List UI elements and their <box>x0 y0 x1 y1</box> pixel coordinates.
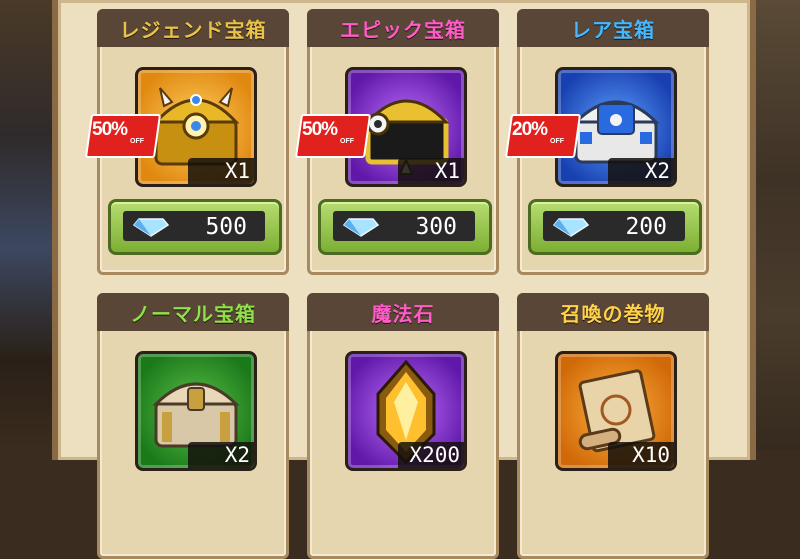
discount-off-label: OFF <box>340 138 354 145</box>
item-title-tab: ノーマル宝箱 <box>97 293 289 331</box>
item-title-tab: レジェンド宝箱 <box>97 9 289 47</box>
price-value: 300 <box>415 214 457 240</box>
item-title: 魔法石 <box>371 301 435 326</box>
item-title-tab: エピック宝箱 <box>307 9 499 47</box>
discount-percent: 50% <box>92 119 128 140</box>
discount-percent: 50% <box>302 119 338 140</box>
discount-badge: 50% OFF <box>294 114 372 160</box>
item-title: ノーマル宝箱 <box>130 301 256 326</box>
item-title: 召喚の巻物 <box>560 301 666 326</box>
diamond-icon <box>343 218 379 237</box>
item-title: レジェンド宝箱 <box>119 17 267 42</box>
item-quantity: X1 <box>188 158 254 184</box>
summon-scroll-icon: X10 <box>555 351 677 471</box>
item-title: エピック宝箱 <box>340 17 466 42</box>
item-quantity: X200 <box>398 442 464 468</box>
normal-chest-icon: X2 <box>135 351 257 471</box>
buy-button[interactable]: 200 <box>528 199 702 255</box>
diamond-icon <box>553 218 589 237</box>
price-value: 500 <box>205 214 247 240</box>
discount-off-label: OFF <box>130 138 144 145</box>
item-title-tab: 魔法石 <box>307 293 499 331</box>
diamond-icon <box>133 218 169 237</box>
item-quantity: X1 <box>398 158 464 184</box>
item-title-tab: レア宝箱 <box>517 9 709 47</box>
item-quantity: X2 <box>608 158 674 184</box>
shop-item-epic-chest[interactable]: エピック宝箱 X1 50% OFF 300 <box>294 9 499 275</box>
shop-item-normal-chest[interactable]: ノーマル宝箱 X2 <box>97 293 289 559</box>
shop-item-legend-chest[interactable]: レジェンド宝箱 X1 50% OFF 500 <box>84 9 289 275</box>
item-title-tab: 召喚の巻物 <box>517 293 709 331</box>
discount-percent: 20% <box>512 119 548 140</box>
discount-badge: 50% OFF <box>84 114 162 160</box>
shop-item-magic-stone[interactable]: 魔法石 X200 <box>307 293 499 559</box>
magic-stone-icon: X200 <box>345 351 467 471</box>
buy-button[interactable]: 300 <box>318 199 492 255</box>
discount-off-label: OFF <box>550 138 564 145</box>
shop-item-rare-chest[interactable]: レア宝箱 X2 20% OFF 200 <box>504 9 709 275</box>
item-title: レア宝箱 <box>571 17 655 42</box>
buy-button[interactable]: 500 <box>108 199 282 255</box>
price-value: 200 <box>625 214 667 240</box>
shop-item-summon-scroll[interactable]: 召喚の巻物 X10 <box>517 293 709 559</box>
item-quantity: X10 <box>608 442 674 468</box>
item-quantity: X2 <box>188 442 254 468</box>
discount-badge: 20% OFF <box>504 114 582 160</box>
